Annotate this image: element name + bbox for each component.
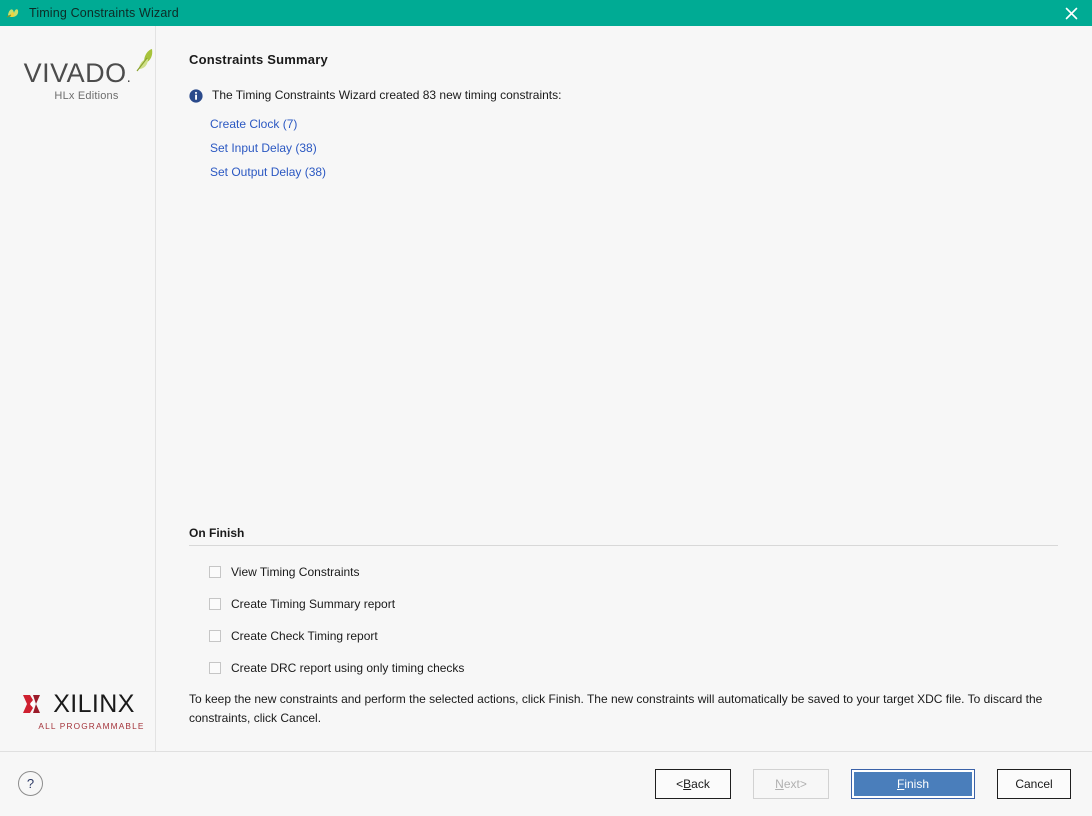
next-button-rest: ext xyxy=(783,777,800,791)
checkbox-view-timing-constraints[interactable]: View Timing Constraints xyxy=(209,556,360,588)
next-button-suffix: > xyxy=(799,777,807,791)
vivado-subtitle: HLx Editions xyxy=(54,90,119,102)
finish-button-mnemonic: F xyxy=(896,777,905,791)
finish-button-face: Finish xyxy=(854,772,972,796)
leaf-icon xyxy=(127,46,157,76)
checkbox-create-timing-summary-report[interactable]: Create Timing Summary report xyxy=(209,588,395,620)
window-title: Timing Constraints Wizard xyxy=(29,6,179,20)
on-finish-separator xyxy=(189,545,1058,546)
checkbox-label: View Timing Constraints xyxy=(231,565,360,579)
xilinx-x-icon xyxy=(20,691,46,717)
checkbox-create-drc-report[interactable]: Create DRC report using only timing chec… xyxy=(209,652,464,684)
main-panel: Constraints Summary The Timing Constrain… xyxy=(156,26,1092,751)
checkbox-create-check-timing-report[interactable]: Create Check Timing report xyxy=(209,620,378,652)
on-finish-group-label: On Finish xyxy=(189,526,245,540)
checkbox-box[interactable] xyxy=(209,630,221,642)
cancel-button[interactable]: Cancel xyxy=(997,769,1071,799)
close-icon[interactable] xyxy=(1050,0,1092,26)
dialog-button-bar: ? < Back Next > Finish Cancel xyxy=(0,751,1092,816)
next-button-mnemonic: N xyxy=(775,777,784,791)
checkbox-label: Create Check Timing report xyxy=(231,629,378,643)
xilinx-tagline: ALL PROGRAMMABLE xyxy=(38,721,145,731)
help-button[interactable]: ? xyxy=(18,771,43,796)
back-button[interactable]: < Back xyxy=(655,769,731,799)
finish-button[interactable]: Finish xyxy=(851,769,975,799)
link-set-output-delay[interactable]: Set Output Delay (38) xyxy=(210,160,326,184)
constraint-links-list: Create Clock (7) Set Input Delay (38) Se… xyxy=(210,112,326,184)
finish-button-rest: inish xyxy=(904,777,930,791)
summary-text: The Timing Constraints Wizard created 83… xyxy=(212,88,562,102)
xilinx-wordmark: XILINX xyxy=(53,689,135,718)
checkbox-box[interactable] xyxy=(209,662,221,674)
next-button: Next > xyxy=(753,769,829,799)
link-set-input-delay[interactable]: Set Input Delay (38) xyxy=(210,136,317,160)
link-create-clock[interactable]: Create Clock (7) xyxy=(210,112,297,136)
vivado-wordmark-group: VIVADO. xyxy=(23,49,153,88)
wizard-navigation-buttons: < Back Next > Finish Cancel xyxy=(655,769,1071,799)
on-finish-options: View Timing Constraints Create Timing Su… xyxy=(209,556,464,684)
vivado-logo: VIVADO. HLx Editions xyxy=(0,49,155,102)
checkbox-box[interactable] xyxy=(209,566,221,578)
footer-note: To keep the new constraints and perform … xyxy=(189,692,1043,725)
checkbox-label: Create DRC report using only timing chec… xyxy=(231,661,465,675)
sidebar-branding-panel: VIVADO. HLx Editions XILINX ALL PROGRAMM… xyxy=(0,26,156,751)
window-titlebar: Timing Constraints Wizard xyxy=(0,0,1092,26)
back-button-mnemonic: B xyxy=(683,777,692,791)
vivado-wordmark-text: VIVADO xyxy=(23,58,127,88)
xilinx-logo: XILINX ALL PROGRAMMABLE xyxy=(0,691,155,731)
dialog-body: VIVADO. HLx Editions XILINX ALL PROGRAMM… xyxy=(0,26,1092,751)
checkbox-box[interactable] xyxy=(209,598,221,610)
vivado-butterfly-icon xyxy=(5,4,23,22)
info-icon xyxy=(189,89,203,103)
page-title: Constraints Summary xyxy=(189,52,328,67)
back-button-prefix: < xyxy=(676,777,684,791)
back-button-rest: ack xyxy=(691,777,710,791)
summary-message: The Timing Constraints Wizard created 83… xyxy=(189,88,561,103)
checkbox-label: Create Timing Summary report xyxy=(231,597,396,611)
